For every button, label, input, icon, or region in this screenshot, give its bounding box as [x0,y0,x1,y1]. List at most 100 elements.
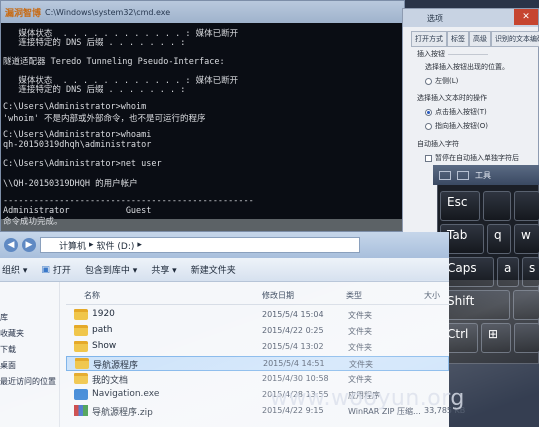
key-a[interactable]: a [497,257,519,287]
open-icon: ▣ [41,264,50,275]
watermark: www.wooyun.org [270,386,465,411]
keyboard-tools-menu[interactable]: 工具 [475,170,491,181]
file-name: 导航源程序.zip [92,408,153,418]
breadcrumb-drive[interactable]: 软件 (D:) [97,239,135,252]
section-insert-label: 插入按钮 [417,50,445,58]
file-name: Show [92,341,117,351]
keyboard-mode-icon[interactable] [439,170,451,180]
open-button[interactable]: ▣ 打开 [41,263,71,277]
folder-icon [75,358,89,369]
keyboard-layout-icon[interactable] [457,170,469,180]
radio-hover-insert[interactable] [425,122,432,130]
file-name: 我的文档 [92,376,129,386]
explorer-toolbar: 组织 ▾ ▣ 打开 包含到库中 ▾ 共享 ▾ 新建文件夹 [0,258,449,282]
option-left-label: 左侧(L) [435,77,459,85]
dialog-tabs: 打开方式 标签 高级 识别的文本编码 [411,31,539,47]
cmd-output-line: 连接特定的 DNS 后缀 . . . . . . . : [3,38,186,49]
file-modified: 2015/4/22 0:25 [262,326,324,335]
nav-item-library[interactable]: 库 [0,312,8,323]
option-click-insert[interactable]: 点击插入按钮(T) [425,107,487,117]
address-bar[interactable]: 计算机 ▸ 软件 (D:) ▸ [40,237,360,253]
file-name: 1920 [92,309,115,319]
on-screen-keyboard[interactable]: 工具 Esc Tab q w Caps a s Shift Ctrl ⊞ [433,165,539,364]
nav-item-downloads[interactable]: 下载 [0,344,16,355]
insert-hint: 选择插入按钮出现的位置。 [425,63,509,71]
nav-item-favorites[interactable]: 收藏夹 [0,328,24,339]
folder-icon [74,341,88,352]
column-modified[interactable]: 修改日期 [262,290,294,301]
chevron-right-icon: ▸ [89,240,94,250]
cmd-window[interactable]: 漏洞智博 C:\Windows\system32\cmd.exe 媒体状态 . … [0,0,405,232]
checkbox-pause[interactable] [425,154,432,162]
tab-advanced[interactable]: 高级 [469,31,491,47]
key-blank-1[interactable] [483,191,511,221]
nav-item-recent[interactable]: 最近访问的位置 [0,376,56,387]
file-type: 文件夹 [348,343,372,352]
tab-open-with[interactable]: 打开方式 [411,31,447,47]
keyboard-toolbar[interactable]: 工具 [433,165,539,185]
option-hover-insert[interactable]: 指向插入按钮(O) [425,121,488,131]
option-left[interactable]: 左侧(L) [425,76,458,86]
file-modified: 2015/5/4 14:51 [263,359,325,368]
key-blank-2[interactable] [514,191,539,221]
file-modified: 2015/4/30 10:58 [262,374,329,383]
file-row[interactable]: 我的文档 2015/4/30 10:58 文件夹 [66,372,449,387]
organize-button[interactable]: 组织 ▾ [2,263,27,276]
cmd-output-line: 'whoim' 不是内部或外部命令，也不是可运行的程序 [3,113,206,124]
option-pause[interactable]: 暂停在自动插入单独字符后 [425,153,519,163]
column-type[interactable]: 类型 [346,290,362,301]
file-type: 文件夹 [348,327,372,336]
open-label: 打开 [52,266,71,276]
cmd-output[interactable]: 媒体状态 . . . . . . . . . . . . : 媒体已断开 连接特… [1,23,404,231]
windows-key-icon[interactable]: ⊞ [481,323,511,353]
key-q[interactable]: q [487,224,511,254]
key-z[interactable] [513,290,539,320]
option-hover-label: 指向插入按钮(O) [435,122,488,130]
section-text-action: 选择插入文本时的操作 [417,94,487,102]
column-name[interactable]: 名称 [84,290,100,301]
section-insert-button: 插入按钮 [417,49,488,59]
key-s[interactable]: s [522,257,539,287]
cmd-output-line: 隧道适配器 Teredo Tunneling Pseudo-Interface: [3,57,225,68]
navigation-pane: 库 收藏夹 下载 桌面 最近访问的位置 [0,282,60,427]
key-alt[interactable] [514,323,539,353]
cmd-output-line: \\QH-20150319DHQH 的用户帐户 [3,179,138,190]
tab-labels[interactable]: 标签 [447,31,469,47]
new-folder-button[interactable]: 新建文件夹 [191,263,236,276]
header-divider [66,304,449,305]
tab-text-encoding[interactable]: 识别的文本编码 [491,31,539,47]
radio-click-insert[interactable] [425,108,432,116]
option-click-label: 点击插入按钮(T) [435,108,487,116]
cmd-window-title: C:\Windows\system32\cmd.exe [45,7,171,17]
cmd-output-line: C:\Users\Administrator>net user [3,158,162,169]
key-shift[interactable]: Shift [440,290,510,320]
folder-icon [74,373,88,384]
file-name: 导航源程序 [93,361,139,371]
breadcrumb-computer[interactable]: 计算机 [59,239,86,252]
close-icon[interactable]: ✕ [514,9,538,25]
brand-logo: 漏洞智博 [5,8,42,19]
share-button[interactable]: 共享 ▾ [151,263,176,276]
nav-item-desktop[interactable]: 桌面 [0,360,16,371]
file-row[interactable]: 1920 2015/5/4 15:04 文件夹 [66,308,449,323]
column-size[interactable]: 大小 [424,290,440,301]
zip-archive-icon [74,405,88,416]
section-auto-insert: 自动插入字符 [417,140,459,148]
divider [448,53,488,55]
option-pause-label: 暂停在自动插入单独字符后 [435,154,519,162]
file-name: Navigation.exe [92,389,160,399]
file-row[interactable]: path 2015/4/22 0:25 文件夹 [66,324,449,339]
include-library-button[interactable]: 包含到库中 ▾ [85,263,137,276]
key-w[interactable]: w [514,224,539,254]
cmd-output-line: 命令成功完成。 [3,217,63,227]
radio-left[interactable] [425,77,432,85]
file-type: 文件夹 [348,375,372,384]
cmd-title-bar[interactable]: 漏洞智博 C:\Windows\system32\cmd.exe [1,1,404,23]
file-row[interactable]: 导航源程序 2015/5/4 14:51 文件夹 [66,356,449,371]
forward-arrow-icon[interactable]: ▶ [22,238,36,252]
key-esc[interactable]: Esc [440,191,480,221]
address-bar-row: ◀ ▶ 计算机 ▸ 软件 (D:) ▸ [0,232,449,258]
file-name: path [92,325,113,335]
file-row[interactable]: Show 2015/5/4 13:02 文件夹 [66,340,449,355]
back-arrow-icon[interactable]: ◀ [4,238,18,252]
